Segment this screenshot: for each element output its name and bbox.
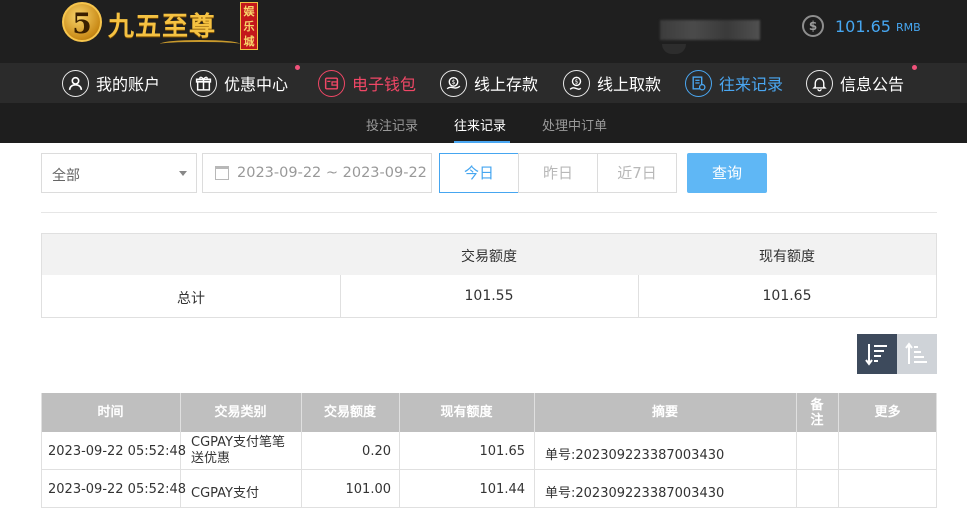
cell-summary: 单号:20230922338700343​0 bbox=[545, 486, 725, 501]
chevron-down-icon bbox=[179, 171, 187, 176]
tab-transaction-records[interactable]: 往来记录 bbox=[454, 115, 506, 134]
summary-header-amount: 交易额度 bbox=[461, 249, 517, 265]
nav-promotions[interactable]: 优惠中心 bbox=[190, 68, 288, 98]
date-range-input[interactable]: 2023-09-22 ~ 2023-09-22 bbox=[202, 153, 432, 193]
active-tab-indicator bbox=[454, 141, 510, 143]
column-header-balance: 现有额度 bbox=[440, 405, 493, 420]
balance-amount: 101.65 bbox=[835, 16, 891, 36]
nav-label: 线上取款 bbox=[597, 75, 662, 94]
logo-flourish bbox=[160, 40, 240, 48]
nav-label: 信息公告 bbox=[840, 75, 905, 94]
nav-e-wallet[interactable]: 电子钱包 bbox=[318, 68, 416, 98]
divider bbox=[796, 393, 797, 508]
cell-time: 2023-09-22 05:52:48 bbox=[48, 444, 187, 459]
logo-badge: 娱乐城 bbox=[240, 2, 258, 50]
column-header-summary: 摘要 bbox=[651, 405, 678, 420]
tab-pending-orders[interactable]: 处理中订单 bbox=[542, 115, 607, 134]
logo-text: 九五至尊 bbox=[108, 12, 217, 42]
logo-badge-char: 娱 bbox=[243, 5, 255, 18]
column-header-type: 交易类别 bbox=[214, 405, 267, 420]
sort-desc-icon bbox=[865, 344, 887, 366]
type-select[interactable]: 全部 bbox=[41, 153, 197, 193]
divider bbox=[534, 393, 535, 508]
site-logo[interactable]: 5 九五至尊 娱乐城 bbox=[60, 0, 260, 52]
column-header-remark: 备注 bbox=[810, 397, 824, 428]
divider bbox=[838, 393, 839, 508]
nav-transaction-records[interactable]: 往来记录 bbox=[685, 68, 783, 98]
summary-total-balance: 101.65 bbox=[762, 288, 812, 304]
column-header-time: 时间 bbox=[97, 405, 124, 420]
sort-descending-button[interactable] bbox=[857, 334, 897, 374]
records-table: 时间 交易类别 交易额度 现有额度 摘要 备注 更多 2023-09-22 05… bbox=[41, 393, 937, 508]
balance-unit: RMB bbox=[895, 21, 921, 34]
withdraw-icon: $ bbox=[563, 69, 590, 97]
cell-balance: 101.65 bbox=[479, 444, 526, 459]
main-nav: 我的账户 优惠中心 电子钱包 $ 线上存款 $ 线上取款 往来记录 信息公告 bbox=[0, 63, 967, 103]
range-7days-button[interactable]: 近7日 bbox=[597, 153, 677, 193]
nav-my-account[interactable]: 我的账户 bbox=[62, 68, 160, 98]
sort-asc-icon bbox=[905, 342, 927, 364]
bell-icon bbox=[806, 69, 833, 97]
cell-balance: 101.44 bbox=[479, 482, 526, 497]
deposit-icon: $ bbox=[440, 69, 467, 97]
range-today-button[interactable]: 今日 bbox=[439, 153, 519, 193]
user-dropdown-handle[interactable] bbox=[662, 44, 686, 54]
records-icon bbox=[685, 69, 712, 97]
cell-amount: 101.00 bbox=[345, 482, 392, 497]
nav-label: 线上存款 bbox=[474, 75, 539, 94]
divider bbox=[41, 212, 937, 213]
cell-time: 2023-09-22 05:52:48 bbox=[48, 482, 187, 497]
gift-icon bbox=[190, 69, 217, 97]
notification-dot bbox=[295, 65, 300, 70]
nav-label: 电子钱包 bbox=[352, 75, 417, 94]
user-icon bbox=[62, 69, 89, 97]
logo-badge-char: 城 bbox=[243, 35, 255, 48]
nav-online-deposit[interactable]: $ 线上存款 bbox=[440, 68, 538, 98]
range-yesterday-button[interactable]: 昨日 bbox=[518, 153, 598, 193]
divider bbox=[41, 469, 937, 470]
notification-dot bbox=[912, 65, 917, 70]
divider bbox=[936, 393, 937, 508]
tab-bet-records[interactable]: 投注记录 bbox=[366, 115, 418, 134]
sub-nav: 投注记录 往来记录 处理中订单 bbox=[0, 103, 967, 143]
cell-amount: 0.20 bbox=[362, 444, 391, 459]
divider bbox=[41, 393, 42, 508]
calendar-icon bbox=[215, 166, 229, 180]
cell-type: CGPAY支付笔笔送优惠 bbox=[191, 435, 285, 466]
nav-label: 优惠中心 bbox=[224, 75, 289, 94]
nav-label: 我的账户 bbox=[96, 75, 161, 94]
cell-summary: 单号:20230922338700343​0 bbox=[545, 448, 725, 463]
svg-text:$: $ bbox=[575, 79, 579, 85]
date-range-value: 2023-09-22 ~ 2023-09-22 bbox=[237, 165, 427, 181]
sort-ascending-button[interactable] bbox=[897, 334, 937, 374]
summary-total-label: 总计 bbox=[177, 291, 205, 307]
top-bar: 5 九五至尊 娱乐城 $ 101.65 RMB bbox=[0, 0, 967, 63]
username-blurred bbox=[660, 20, 760, 40]
query-button[interactable]: 查询 bbox=[687, 153, 767, 193]
nav-announcements[interactable]: 信息公告 bbox=[806, 68, 904, 98]
column-header-more: 更多 bbox=[874, 405, 901, 420]
nav-online-withdraw[interactable]: $ 线上取款 bbox=[563, 68, 661, 98]
svg-text:$: $ bbox=[452, 80, 456, 86]
nav-label: 往来记录 bbox=[719, 75, 784, 94]
summary-table: 交易额度 现有额度 总计 101.55 101.65 bbox=[41, 233, 937, 318]
column-header-amount: 交易额度 bbox=[323, 405, 376, 420]
cell-type: CGPAY支付 bbox=[191, 486, 259, 501]
balance-display: $ 101.65 RMB bbox=[802, 14, 921, 38]
summary-total-amount: 101.55 bbox=[464, 288, 514, 304]
logo-badge-char: 乐 bbox=[243, 20, 255, 33]
coin-icon: $ bbox=[802, 15, 824, 37]
wallet-icon bbox=[318, 69, 345, 97]
logo-emblem: 5 bbox=[62, 2, 102, 42]
logo-numeral: 5 bbox=[72, 7, 92, 40]
summary-header-balance: 现有额度 bbox=[759, 249, 815, 265]
type-select-value: 全部 bbox=[52, 168, 80, 184]
